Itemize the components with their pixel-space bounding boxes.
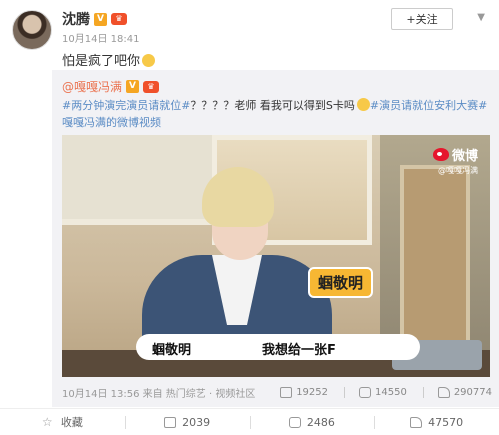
- favorite-label: 收藏: [60, 416, 83, 429]
- repost-meta[interactable]: 10月14日 13:56 来自 热门综艺 · 视频社区: [62, 385, 264, 400]
- hashtag-link[interactable]: #两分钟演完演员请就位#: [62, 99, 190, 112]
- repost-author-row: @嘎嘎冯满 V ♛: [62, 78, 160, 95]
- divider: [344, 386, 345, 398]
- repost-share-count: 19252: [296, 386, 328, 398]
- favorite-button[interactable]: ☆ 收藏: [0, 409, 125, 435]
- author-row: 沈腾 V ♛: [62, 9, 127, 29]
- repost-author-name[interactable]: @嘎嘎冯满: [62, 78, 122, 95]
- like-icon: [410, 416, 423, 428]
- verified-v-icon: V: [126, 80, 140, 93]
- subtitle-line: 我想给一张F: [262, 343, 336, 358]
- emoji-icon: [142, 54, 156, 67]
- divider: [422, 386, 424, 398]
- like-button[interactable]: 47570: [374, 409, 499, 435]
- like-icon: [437, 386, 450, 398]
- author-name[interactable]: 沈腾: [62, 9, 90, 29]
- share-icon: [164, 416, 177, 428]
- comment-icon: [288, 416, 301, 428]
- share-button[interactable]: 2039: [124, 409, 250, 435]
- video-player[interactable]: 微博 @嘎嘎冯满 蝈敬明 蝈敬明 我想给一张F: [62, 135, 490, 377]
- like-count: 47570: [428, 415, 464, 429]
- emoji-icon: [356, 98, 370, 111]
- subtitle-speaker: 蝈敬明: [152, 339, 192, 358]
- follow-label: +关注: [406, 13, 438, 26]
- hashtag-link[interactable]: #演员请就位安利大赛#: [370, 99, 487, 112]
- video-watermark: 微博 @嘎嘎冯满: [432, 145, 478, 176]
- avatar[interactable]: [12, 10, 52, 50]
- repost-share-stat[interactable]: 19252: [280, 386, 328, 398]
- share-icon: [280, 386, 293, 398]
- action-bar: ☆ 收藏 2039 2486 47570: [0, 408, 499, 435]
- star-icon: ☆: [41, 415, 53, 429]
- repost-container: @嘎嘎冯满 V ♛ #两分钟演完演员请就位#？？？？老师 看我可以得到S卡吗 #演…: [52, 70, 499, 407]
- member-crown-icon: ♛: [111, 13, 127, 25]
- comment-count: 2486: [306, 415, 335, 429]
- repost-footer: 10月14日 13:56 来自 热门综艺 · 视频社区 19252 14550 …: [62, 382, 492, 402]
- repost-like-count: 290774: [453, 386, 492, 398]
- video-link[interactable]: 嘎嘎冯满的微博视频: [62, 116, 161, 129]
- follow-button[interactable]: +关注: [391, 8, 453, 30]
- watermark-brand: 微博: [451, 149, 478, 164]
- video-name-tag: 蝈敬明: [308, 267, 374, 298]
- repost-text: #两分钟演完演员请就位#？？？？老师 看我可以得到S卡吗 #演员请就位安利大赛# …: [62, 97, 492, 131]
- watermark-handle: @嘎嘎冯满: [438, 166, 478, 175]
- repost-text-body: ？？？？老师 看我可以得到S卡吗: [190, 99, 355, 112]
- member-crown-icon: ♛: [143, 80, 160, 93]
- comment-button[interactable]: 2486: [249, 409, 375, 435]
- post-timestamp[interactable]: 10月14日 18:41: [62, 30, 139, 45]
- post-text: 怕是疯了吧你: [62, 50, 156, 69]
- comment-icon: [359, 386, 371, 398]
- verified-v-icon: V: [94, 12, 107, 26]
- chevron-down-icon[interactable]: ▼: [477, 12, 485, 23]
- repost-like-stat[interactable]: 290774: [422, 386, 492, 398]
- post-text-content: 怕是疯了吧你: [62, 54, 141, 69]
- weibo-logo-icon: [432, 148, 449, 161]
- share-count: 2039: [182, 415, 211, 429]
- weibo-post: 沈腾 V ♛ 10月14日 18:41 +关注 ▼ 怕是疯了吧你 @嘎嘎冯满 V…: [0, 0, 499, 435]
- repost-comment-count: 14550: [375, 386, 407, 398]
- repost-comment-stat[interactable]: 14550: [344, 386, 407, 398]
